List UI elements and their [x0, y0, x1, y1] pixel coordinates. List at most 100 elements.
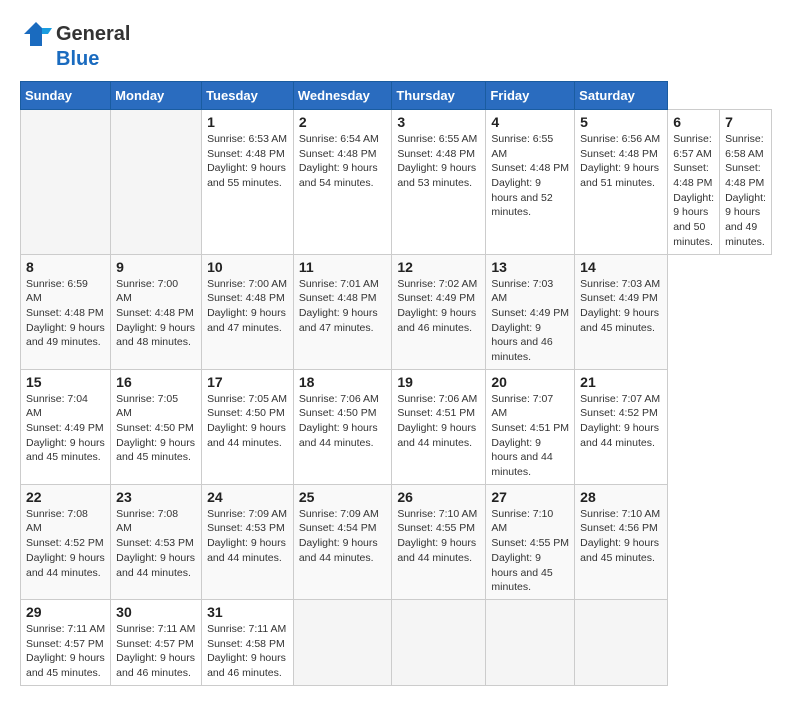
- calendar-cell-day-5: 5 Sunrise: 6:56 AMSunset: 4:48 PMDayligh…: [575, 110, 668, 255]
- calendar-header-saturday: Saturday: [575, 82, 668, 110]
- calendar-cell-empty: [21, 110, 111, 255]
- day-number: 13: [491, 259, 569, 275]
- calendar-cell-empty: [486, 599, 575, 685]
- calendar-cell-day-22: 22 Sunrise: 7:08 AMSunset: 4:52 PMDaylig…: [21, 484, 111, 599]
- calendar-cell-day-29: 29 Sunrise: 7:11 AMSunset: 4:57 PMDaylig…: [21, 599, 111, 685]
- day-number: 28: [580, 489, 662, 505]
- calendar-cell-day-13: 13 Sunrise: 7:03 AMSunset: 4:49 PMDaylig…: [486, 254, 575, 369]
- calendar-week-1: 1 Sunrise: 6:53 AMSunset: 4:48 PMDayligh…: [21, 110, 772, 255]
- day-info: Sunrise: 7:01 AMSunset: 4:48 PMDaylight:…: [299, 277, 387, 336]
- day-number: 11: [299, 259, 387, 275]
- day-info: Sunrise: 6:58 AMSunset: 4:48 PMDaylight:…: [725, 132, 766, 250]
- calendar-cell-day-3: 3 Sunrise: 6:55 AMSunset: 4:48 PMDayligh…: [392, 110, 486, 255]
- calendar-header-wednesday: Wednesday: [293, 82, 392, 110]
- calendar-cell-empty: [575, 599, 668, 685]
- calendar-cell-day-10: 10 Sunrise: 7:00 AMSunset: 4:48 PMDaylig…: [202, 254, 294, 369]
- day-info: Sunrise: 7:10 AMSunset: 4:55 PMDaylight:…: [491, 507, 569, 595]
- day-info: Sunrise: 7:06 AMSunset: 4:51 PMDaylight:…: [397, 392, 480, 451]
- day-info: Sunrise: 7:10 AMSunset: 4:55 PMDaylight:…: [397, 507, 480, 566]
- day-info: Sunrise: 7:08 AMSunset: 4:53 PMDaylight:…: [116, 507, 196, 580]
- day-number: 9: [116, 259, 196, 275]
- day-info: Sunrise: 6:55 AMSunset: 4:48 PMDaylight:…: [397, 132, 480, 191]
- calendar-cell-day-1: 1 Sunrise: 6:53 AMSunset: 4:48 PMDayligh…: [202, 110, 294, 255]
- calendar-cell-day-18: 18 Sunrise: 7:06 AMSunset: 4:50 PMDaylig…: [293, 369, 392, 484]
- calendar-cell-day-20: 20 Sunrise: 7:07 AMSunset: 4:51 PMDaylig…: [486, 369, 575, 484]
- calendar-week-4: 22 Sunrise: 7:08 AMSunset: 4:52 PMDaylig…: [21, 484, 772, 599]
- day-number: 20: [491, 374, 569, 390]
- day-info: Sunrise: 7:11 AMSunset: 4:57 PMDaylight:…: [26, 622, 105, 681]
- calendar-cell-day-26: 26 Sunrise: 7:10 AMSunset: 4:55 PMDaylig…: [392, 484, 486, 599]
- day-number: 14: [580, 259, 662, 275]
- calendar-cell-empty: [293, 599, 392, 685]
- day-number: 27: [491, 489, 569, 505]
- calendar-cell-day-7: 7 Sunrise: 6:58 AMSunset: 4:48 PMDayligh…: [720, 110, 772, 255]
- calendar-cell-day-9: 9 Sunrise: 7:00 AMSunset: 4:48 PMDayligh…: [111, 254, 202, 369]
- day-info: Sunrise: 7:05 AMSunset: 4:50 PMDaylight:…: [207, 392, 288, 451]
- calendar-cell-day-30: 30 Sunrise: 7:11 AMSunset: 4:57 PMDaylig…: [111, 599, 202, 685]
- calendar-header-row: SundayMondayTuesdayWednesdayThursdayFrid…: [21, 82, 772, 110]
- day-info: Sunrise: 7:04 AMSunset: 4:49 PMDaylight:…: [26, 392, 105, 465]
- logo-blue: Blue: [56, 48, 99, 71]
- day-info: Sunrise: 7:11 AMSunset: 4:58 PMDaylight:…: [207, 622, 288, 681]
- day-number: 8: [26, 259, 105, 275]
- calendar-cell-day-16: 16 Sunrise: 7:05 AMSunset: 4:50 PMDaylig…: [111, 369, 202, 484]
- calendar-cell-day-17: 17 Sunrise: 7:05 AMSunset: 4:50 PMDaylig…: [202, 369, 294, 484]
- day-number: 6: [673, 114, 714, 130]
- day-number: 23: [116, 489, 196, 505]
- day-info: Sunrise: 7:03 AMSunset: 4:49 PMDaylight:…: [580, 277, 662, 336]
- day-info: Sunrise: 7:00 AMSunset: 4:48 PMDaylight:…: [207, 277, 288, 336]
- day-info: Sunrise: 6:55 AMSunset: 4:48 PMDaylight:…: [491, 132, 569, 220]
- calendar-cell-day-15: 15 Sunrise: 7:04 AMSunset: 4:49 PMDaylig…: [21, 369, 111, 484]
- day-number: 15: [26, 374, 105, 390]
- day-info: Sunrise: 7:06 AMSunset: 4:50 PMDaylight:…: [299, 392, 387, 451]
- day-number: 10: [207, 259, 288, 275]
- calendar-cell-empty: [392, 599, 486, 685]
- calendar-cell-day-4: 4 Sunrise: 6:55 AMSunset: 4:48 PMDayligh…: [486, 110, 575, 255]
- day-info: Sunrise: 7:10 AMSunset: 4:56 PMDaylight:…: [580, 507, 662, 566]
- day-number: 26: [397, 489, 480, 505]
- calendar-header-tuesday: Tuesday: [202, 82, 294, 110]
- day-info: Sunrise: 7:08 AMSunset: 4:52 PMDaylight:…: [26, 507, 105, 580]
- day-info: Sunrise: 7:09 AMSunset: 4:53 PMDaylight:…: [207, 507, 288, 566]
- day-number: 25: [299, 489, 387, 505]
- day-info: Sunrise: 6:56 AMSunset: 4:48 PMDaylight:…: [580, 132, 662, 191]
- calendar-cell-day-23: 23 Sunrise: 7:08 AMSunset: 4:53 PMDaylig…: [111, 484, 202, 599]
- day-number: 2: [299, 114, 387, 130]
- day-number: 22: [26, 489, 105, 505]
- calendar-cell-day-31: 31 Sunrise: 7:11 AMSunset: 4:58 PMDaylig…: [202, 599, 294, 685]
- calendar-header-thursday: Thursday: [392, 82, 486, 110]
- logo-icon: [20, 20, 52, 48]
- calendar-cell-day-6: 6 Sunrise: 6:57 AMSunset: 4:48 PMDayligh…: [668, 110, 720, 255]
- calendar-cell-empty: [111, 110, 202, 255]
- calendar-cell-day-21: 21 Sunrise: 7:07 AMSunset: 4:52 PMDaylig…: [575, 369, 668, 484]
- day-number: 21: [580, 374, 662, 390]
- day-info: Sunrise: 7:11 AMSunset: 4:57 PMDaylight:…: [116, 622, 196, 681]
- day-info: Sunrise: 6:53 AMSunset: 4:48 PMDaylight:…: [207, 132, 288, 191]
- day-number: 24: [207, 489, 288, 505]
- day-number: 4: [491, 114, 569, 130]
- calendar-cell-day-27: 27 Sunrise: 7:10 AMSunset: 4:55 PMDaylig…: [486, 484, 575, 599]
- day-number: 19: [397, 374, 480, 390]
- calendar-header-friday: Friday: [486, 82, 575, 110]
- calendar-week-5: 29 Sunrise: 7:11 AMSunset: 4:57 PMDaylig…: [21, 599, 772, 685]
- day-info: Sunrise: 7:09 AMSunset: 4:54 PMDaylight:…: [299, 507, 387, 566]
- calendar-cell-day-11: 11 Sunrise: 7:01 AMSunset: 4:48 PMDaylig…: [293, 254, 392, 369]
- calendar-table: SundayMondayTuesdayWednesdayThursdayFrid…: [20, 81, 772, 686]
- calendar-cell-day-28: 28 Sunrise: 7:10 AMSunset: 4:56 PMDaylig…: [575, 484, 668, 599]
- day-number: 5: [580, 114, 662, 130]
- logo: General Blue: [20, 20, 130, 71]
- day-info: Sunrise: 6:59 AMSunset: 4:48 PMDaylight:…: [26, 277, 105, 350]
- calendar-week-3: 15 Sunrise: 7:04 AMSunset: 4:49 PMDaylig…: [21, 369, 772, 484]
- day-number: 12: [397, 259, 480, 275]
- calendar-cell-day-8: 8 Sunrise: 6:59 AMSunset: 4:48 PMDayligh…: [21, 254, 111, 369]
- day-info: Sunrise: 7:07 AMSunset: 4:52 PMDaylight:…: [580, 392, 662, 451]
- day-number: 16: [116, 374, 196, 390]
- day-info: Sunrise: 7:03 AMSunset: 4:49 PMDaylight:…: [491, 277, 569, 365]
- calendar-cell-day-25: 25 Sunrise: 7:09 AMSunset: 4:54 PMDaylig…: [293, 484, 392, 599]
- calendar-header-sunday: Sunday: [21, 82, 111, 110]
- calendar-header-monday: Monday: [111, 82, 202, 110]
- day-info: Sunrise: 6:54 AMSunset: 4:48 PMDaylight:…: [299, 132, 387, 191]
- calendar-cell-day-19: 19 Sunrise: 7:06 AMSunset: 4:51 PMDaylig…: [392, 369, 486, 484]
- calendar-week-2: 8 Sunrise: 6:59 AMSunset: 4:48 PMDayligh…: [21, 254, 772, 369]
- day-info: Sunrise: 7:02 AMSunset: 4:49 PMDaylight:…: [397, 277, 480, 336]
